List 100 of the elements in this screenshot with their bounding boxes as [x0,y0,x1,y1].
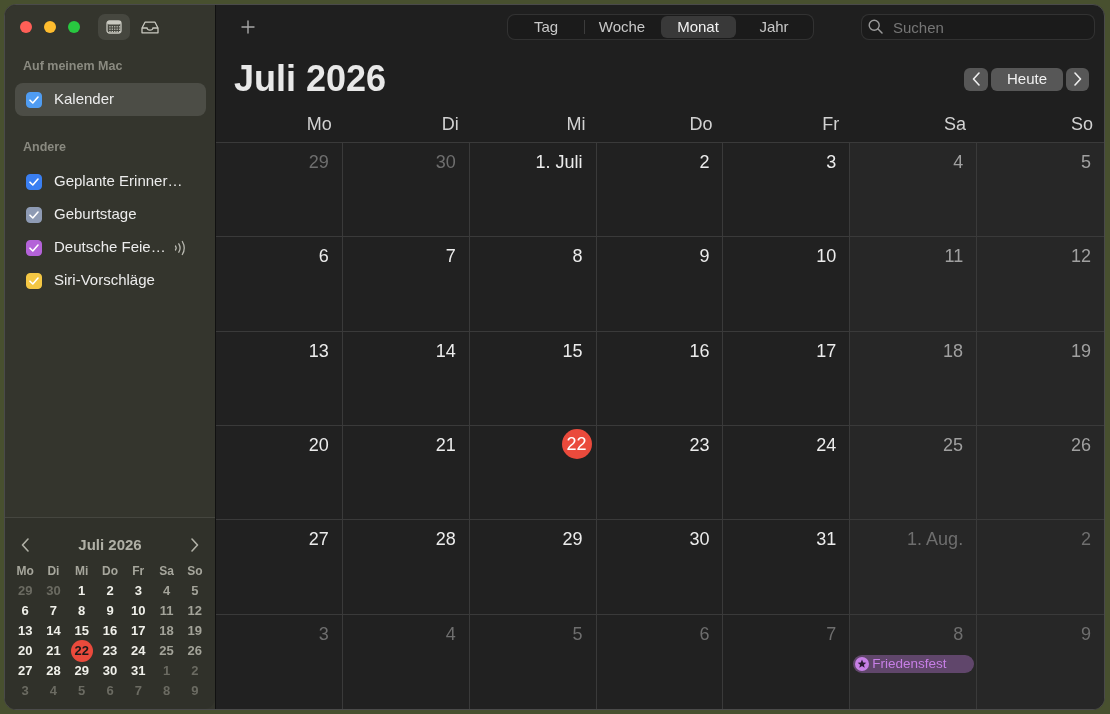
day-number: 5 [1080,151,1091,174]
day-cell[interactable]: 13 [216,331,343,426]
day-cell[interactable]: 10 [723,237,851,332]
mini-calendar-day[interactable]: 5 [191,581,199,601]
checkbox[interactable] [26,91,42,108]
day-cell[interactable]: 1. Juli [469,143,597,238]
day-cell[interactable]: 20 [216,426,343,521]
day-number: 2 [1080,528,1091,552]
plus-icon [241,20,255,34]
minimize-button[interactable] [44,21,56,33]
day-cell[interactable]: 6 [216,237,343,332]
day-cell[interactable]: 30 [596,520,724,615]
mini-calendar-day[interactable]: 23 [102,641,118,661]
mini-calendar-day[interactable]: 16 [102,621,118,641]
day-number: 8 [953,622,964,646]
next-month-button[interactable] [189,535,201,555]
day-number: 9 [1080,622,1091,646]
mini-calendar-day[interactable]: 18 [159,621,174,641]
day-cell[interactable]: 12 [977,237,1104,332]
mini-calendar-day[interactable]: 27 [17,661,33,681]
zoom-button[interactable] [68,21,80,33]
view-tab[interactable]: Woche [584,16,660,38]
day-cell[interactable]: 2 [596,143,724,238]
day-cell[interactable]: 9 [596,237,724,332]
mini-calendar-day[interactable]: 29 [74,661,89,681]
today-button[interactable]: Heute [991,67,1063,91]
calendar-list-item[interactable]: Kalender [15,83,206,116]
day-cell[interactable]: 26 [977,426,1104,521]
day-cell[interactable]: 15 [469,331,597,426]
mini-calendar-day[interactable]: 26 [187,641,203,661]
previous-button[interactable] [964,67,988,91]
mini-calendar-day[interactable]: 9 [106,601,114,621]
mini-calendar-day[interactable]: 8 [78,601,86,621]
day-cell[interactable]: 29 [469,520,597,615]
day-cell[interactable]: 7 [342,237,470,332]
mini-calendar-day[interactable]: 25 [159,641,174,661]
day-cell[interactable]: 17 [723,331,851,426]
day-cell[interactable]: 22 [469,426,597,521]
mini-calendar-day[interactable]: 6 [21,601,29,621]
day-cell[interactable]: 19 [977,331,1104,426]
checkbox[interactable] [26,239,42,256]
mini-calendar-day[interactable]: 11 [159,601,174,621]
view-tab[interactable]: Monat [660,16,736,38]
mini-calendar-day[interactable]: 24 [131,641,146,661]
mini-calendar-day[interactable]: 10 [131,601,146,621]
checkbox[interactable] [26,173,42,190]
calendar-list-item[interactable]: Geplante Erinner… [15,165,206,198]
mini-calendar-day[interactable]: 3 [134,581,142,601]
day-cell[interactable]: 16 [596,331,724,426]
checkbox[interactable] [26,206,42,223]
day-cell[interactable]: 31 [723,520,851,615]
day-number: 7 [826,622,837,646]
mini-calendar-day[interactable]: 22 [70,640,93,662]
mini-calendar-day[interactable]: 28 [46,661,61,681]
mini-calendar-day[interactable]: 12 [187,601,203,621]
mini-calendar-day[interactable]: 2 [106,581,114,601]
previous-month-button[interactable] [19,535,31,555]
mini-calendar-day[interactable]: 15 [74,621,89,641]
day-cell[interactable]: 11 [850,237,978,332]
view-tab[interactable]: Jahr [736,16,812,38]
day-number: 29 [308,151,329,174]
inbox-icon [141,20,159,34]
day-number: 23 [689,434,710,457]
day-cell[interactable]: 23 [596,426,724,521]
mini-calendar-day[interactable]: 31 [131,661,146,681]
mini-calendar-day[interactable]: 1 [78,581,86,601]
mini-calendar-title: Juli 2026 [78,534,142,555]
day-cell[interactable]: 8 [469,237,597,332]
next-button[interactable] [1066,67,1089,91]
day-cell[interactable]: 4 [850,143,978,238]
day-cell[interactable]: 21 [342,426,470,521]
view-tab[interactable]: Tag [508,16,584,38]
add-event-button[interactable] [240,19,256,35]
day-cell[interactable]: 28 [342,520,470,615]
day-number: 4 [445,622,456,646]
checkbox[interactable] [26,272,42,289]
day-cell[interactable]: 3 [723,143,851,238]
day-cell[interactable]: 24 [723,426,851,521]
mini-calendar-day[interactable]: 21 [46,641,61,661]
weekday-label: Mo [306,113,332,135]
day-cell[interactable]: 14 [342,331,470,426]
mini-calendar-day[interactable]: 19 [187,621,203,641]
close-button[interactable] [20,21,32,33]
day-number: 19 [1070,339,1091,363]
calendar-list-item[interactable]: Geburtstage [15,198,206,231]
mini-calendar-day[interactable]: 30 [102,661,118,681]
mini-calendar-day[interactable]: 13 [17,621,33,641]
day-cell[interactable]: 25 [850,426,978,521]
mini-calendar-day[interactable]: 7 [49,601,58,621]
day-cell[interactable]: 18 [850,331,978,426]
calendar-list-item[interactable]: Deutsche Feie… [15,231,206,264]
day-cell[interactable]: 27 [216,520,343,615]
calendar-list-item[interactable]: Siri-Vorschläge [15,264,206,297]
calendars-button[interactable] [98,14,130,40]
search-field[interactable]: Suchen [861,14,1095,40]
mini-calendar-day[interactable]: 20 [17,641,33,661]
mini-calendar-day[interactable]: 14 [46,621,61,641]
mini-calendar-day[interactable]: 17 [131,621,146,641]
day-cell[interactable]: 5 [977,143,1104,238]
mini-calendar-day[interactable]: 4 [162,581,171,601]
